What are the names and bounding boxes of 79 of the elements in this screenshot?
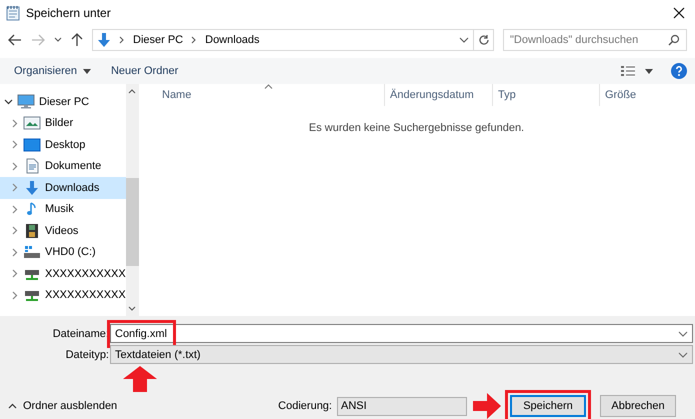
refresh-icon [478,34,490,46]
close-icon[interactable] [673,7,685,19]
chevron-up-icon [8,403,17,409]
monitor-icon [17,94,35,110]
chevron-down-icon[interactable] [4,97,13,106]
notepad-icon [6,5,20,21]
column-header[interactable]: Name [157,84,385,106]
folder-tree-item[interactable]: Bilder [0,112,126,134]
search-icon[interactable] [668,34,680,46]
column-header[interactable]: Typ [493,84,600,106]
scrollbar[interactable] [126,84,139,316]
folder-label: XXXXXXXXXXX [45,268,126,280]
folder-label: Videos [45,224,78,237]
chevron-right-icon[interactable] [10,118,19,128]
empty-message: Es wurden keine Suchergebnisse gefunden. [308,122,526,134]
chevron-right-icon[interactable] [10,226,19,236]
chevron-right-icon[interactable] [10,183,19,192]
folder-tree-item[interactable]: Dieser PC [0,91,126,112]
filename-field[interactable]: Config.xml [110,324,693,343]
chevron-down-icon[interactable] [678,330,688,336]
download-arrow-icon [23,180,41,196]
scroll-down-icon[interactable] [128,306,136,312]
folder-tree-item[interactable]: Dokumente [0,156,126,177]
help-icon[interactable] [671,63,687,79]
chevron-right-icon [119,36,125,44]
folder-label: Dokumente [45,160,102,172]
drive-icon [23,244,41,260]
folder-tree-item[interactable]: VHD0 (C:) [0,242,126,263]
folder-label: XXXXXXXXXXX [45,289,126,302]
organize-menu[interactable]: Organisieren [14,65,91,77]
sort-caret-icon [264,84,273,89]
up-arrow-icon[interactable] [71,33,83,47]
refresh-button[interactable] [474,29,494,51]
filetype-dropdown[interactable]: Textdateien (*.txt) [110,345,693,364]
dialog-button[interactable]: Abbrechen [600,395,676,417]
back-arrow-icon[interactable] [8,34,22,46]
download-arrow-icon [97,32,111,48]
folder-label: Bilder [45,117,74,130]
chevron-right-icon[interactable] [10,248,19,257]
folder-label: Musik [45,203,74,216]
folder-label: VHD0 (C:) [45,246,96,258]
chevron-down-icon[interactable] [459,37,469,43]
desktop-icon [23,136,41,153]
new-folder-button[interactable]: Neuer Ordner [110,65,178,77]
chevron-right-icon[interactable] [10,290,19,300]
folder-label: Downloads [45,182,100,194]
folder-label: Desktop [45,138,86,151]
column-header[interactable]: Änderungsdatum [385,84,493,106]
folder-tree-item[interactable]: XXXXXXXXXXX [0,284,126,306]
chevron-right-icon [191,36,198,44]
view-list-icon[interactable] [621,65,635,77]
chevron-down-icon[interactable] [54,37,62,43]
caret-icon [82,68,91,74]
field-label: Dateityp: [64,348,110,360]
search-field[interactable]: "Downloads" durchsuchen [503,29,687,51]
hide-folders-button[interactable]: Ordner ausblenden [8,400,118,412]
field-label: Dateiname: [52,328,110,340]
chevron-right-icon[interactable] [10,204,19,214]
address-bar[interactable]: Dieser PC Downloads [92,29,474,51]
breadcrumb[interactable]: Dieser PC [133,34,184,46]
folder-tree-item[interactable]: Desktop [0,134,126,156]
chevron-right-icon[interactable] [10,269,19,278]
picture-folder-icon [23,115,41,132]
caret-icon[interactable] [645,68,653,74]
window-title: Speichern unter [26,6,112,20]
breadcrumb[interactable]: Downloads [205,34,260,46]
column-header[interactable]: Größe [600,84,695,106]
folder-tree-item[interactable]: XXXXXXXXXXX [0,263,126,284]
folder-tree-item[interactable]: Downloads [0,177,126,198]
chevron-right-icon[interactable] [10,162,19,171]
folder-tree-item[interactable]: Videos [0,220,126,242]
scroll-up-icon[interactable] [128,88,136,94]
dialog-button[interactable]: Speichern [510,395,586,417]
chevron-right-icon[interactable] [10,140,19,150]
encoding-dropdown[interactable]: ANSI [337,396,467,416]
folder-label: Dieser PC [39,96,90,108]
field-label: Codierung: [278,400,332,412]
folder-tree-item[interactable]: Musik [0,198,126,220]
film-icon [23,222,41,239]
